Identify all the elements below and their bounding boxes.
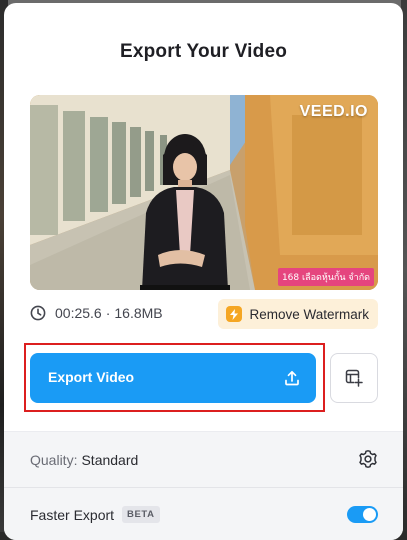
clock-icon	[30, 305, 46, 321]
video-info: 00:25.6 · 16.8MB	[30, 305, 163, 321]
quality-label: Quality:	[30, 451, 78, 468]
add-to-template-icon	[345, 369, 363, 387]
faster-export-row: Faster Export BETA	[30, 488, 378, 540]
video-frame	[30, 95, 378, 290]
quality-value: Standard	[81, 451, 139, 468]
video-meta-row: 00:25.6 · 16.8MB Remove Watermark	[30, 299, 378, 329]
lightning-bolt-icon	[226, 306, 243, 322]
remove-watermark-button[interactable]: Remove Watermark	[218, 299, 378, 329]
modal-title: Export Your Video	[119, 41, 288, 62]
quality-setting-row[interactable]: Quality: Standard	[30, 432, 378, 487]
watermark-text: VEED.IO	[299, 103, 368, 120]
export-settings-panel: Quality: Standard Faster Export BETA	[4, 431, 403, 540]
remove-watermark-label: Remove Watermark	[249, 306, 369, 322]
export-modal: Export Your Video VEED.IO 168 เลือดหุ้นก…	[4, 3, 403, 540]
video-file-size: 16.8MB	[114, 305, 163, 321]
toggle-knob	[363, 508, 376, 521]
video-duration: 00:25.6	[55, 305, 102, 321]
upload-icon	[285, 370, 299, 386]
add-to-template-button[interactable]	[330, 353, 378, 403]
beta-badge: BETA	[122, 506, 160, 523]
faster-export-label: Faster Export	[30, 506, 115, 523]
meta-separator: ·	[105, 305, 111, 321]
video-caption-overlay: 168 เลือดหุ้นกั้น จำกัด	[277, 268, 374, 286]
export-video-button[interactable]: Export Video	[30, 353, 316, 403]
gear-icon[interactable]	[358, 449, 378, 469]
video-preview[interactable]: VEED.IO 168 เลือดหุ้นกั้น จำกัด	[30, 95, 378, 290]
export-video-label: Export Video	[48, 369, 135, 385]
faster-export-toggle[interactable]	[347, 506, 378, 523]
